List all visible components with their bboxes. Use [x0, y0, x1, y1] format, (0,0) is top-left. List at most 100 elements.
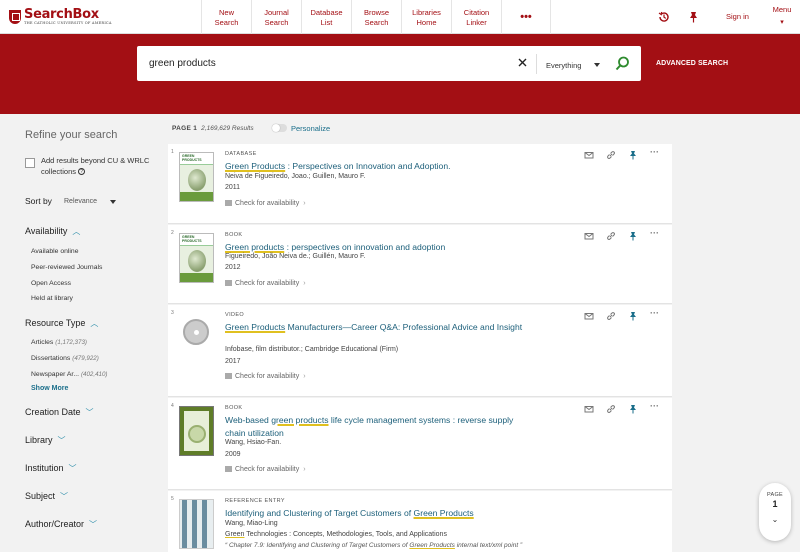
book-cover-thumbnail[interactable]: GREEN PRODUCTS — [179, 152, 214, 202]
pin-icon[interactable] — [628, 404, 638, 414]
page-label: PAGE — [766, 492, 784, 498]
facet-author-creator[interactable]: Author/Creator ﹀ — [25, 519, 97, 530]
facet-resource-type[interactable]: Resource Type ︿ — [25, 318, 98, 329]
nav-journal-search[interactable]: Journal Search — [251, 0, 301, 34]
chevron-down-icon: ﹀ — [89, 520, 98, 529]
email-icon[interactable] — [584, 404, 594, 414]
menu-button[interactable]: Menu ▾ — [771, 5, 793, 26]
result-card[interactable]: 3 VIDEO Green Products Manufacturers—Car… — [168, 305, 672, 397]
result-card[interactable]: 5 REFERENCE ENTRY Identifying and Cluste… — [168, 491, 672, 552]
more-options-icon[interactable]: ··· — [650, 308, 659, 318]
chevron-down-icon[interactable]: ⌄ — [759, 515, 791, 524]
facet-item-articles[interactable]: Articles (1,172,373) — [31, 339, 87, 346]
page-info: PAGE 1 2,169,629 Results — [172, 125, 254, 132]
facet-item-newspaper[interactable]: Newspaper Ar... (402,410) — [31, 371, 107, 378]
pin-icon[interactable] — [628, 311, 638, 321]
link-icon[interactable] — [606, 231, 616, 241]
facet-item-peer-reviewed[interactable]: Peer-reviewed Journals — [31, 264, 102, 271]
result-title[interactable]: Green Products Manufacturers—Career Q&A:… — [225, 321, 535, 334]
facet-item-available-online[interactable]: Available online — [31, 248, 79, 255]
link-icon[interactable] — [606, 404, 616, 414]
result-year: 2009 — [225, 451, 241, 458]
film-reel-icon[interactable] — [179, 313, 214, 363]
signin-link[interactable]: Sign in — [726, 12, 749, 21]
history-icon[interactable] — [658, 11, 670, 23]
check-availability-link[interactable]: Check for availability › — [225, 200, 306, 207]
nav-links: New Search Journal Search Database List … — [201, 0, 551, 34]
nav-browse-search[interactable]: Browse Search — [351, 0, 401, 34]
facet-creation-date[interactable]: Creation Date ﹀ — [25, 407, 94, 418]
facet-subject[interactable]: Subject ﹀ — [25, 491, 68, 502]
pin-icon[interactable] — [628, 231, 638, 241]
close-icon[interactable] — [517, 57, 528, 68]
result-year: 2017 — [225, 358, 241, 365]
caret-down-icon[interactable] — [594, 63, 600, 67]
pin-icon[interactable] — [628, 150, 638, 160]
result-type: VIDEO — [225, 312, 245, 318]
facet-item-dissertations[interactable]: Dissertations (479,922) — [31, 355, 99, 362]
email-icon[interactable] — [584, 311, 594, 321]
nav-citation-linker[interactable]: Citation Linker — [451, 0, 501, 34]
nav-new-search[interactable]: New Search — [201, 0, 251, 34]
info-icon[interactable]: ? — [78, 168, 86, 175]
expand-results-option[interactable]: Add results beyond CU & WRLC collections… — [25, 155, 161, 177]
chevron-down-icon: ▾ — [780, 19, 784, 26]
result-actions: ··· — [584, 228, 668, 241]
more-options-icon[interactable]: ··· — [650, 401, 659, 411]
expand-checkbox[interactable] — [25, 158, 35, 168]
result-rank: 3 — [171, 310, 174, 316]
nav-database-list[interactable]: Database List — [301, 0, 351, 34]
email-icon[interactable] — [584, 231, 594, 241]
more-options-icon[interactable]: ··· — [650, 228, 659, 238]
result-title[interactable]: Identifying and Clustering of Target Cus… — [225, 507, 555, 520]
result-title[interactable]: Web-based green products life cycle mana… — [225, 414, 535, 440]
result-card[interactable]: 2 GREEN PRODUCTS BOOK Green products : p… — [168, 225, 672, 304]
check-availability-link[interactable]: Check for availability › — [225, 466, 306, 473]
result-title[interactable]: Green Products : Perspectives on Innovat… — [225, 160, 535, 173]
chevron-up-icon: ︿ — [72, 227, 81, 236]
result-card[interactable]: 1 GREEN PRODUCTS DATABASE Green Products… — [168, 144, 672, 224]
check-availability-link[interactable]: Check for availability › — [225, 373, 306, 380]
nav-more-button[interactable]: ••• — [501, 0, 551, 34]
chevron-up-icon: ︿ — [90, 319, 99, 328]
personalize-toggle[interactable] — [272, 124, 287, 132]
nav-libraries-home[interactable]: Libraries Home — [401, 0, 451, 34]
sort-select[interactable]: Relevance — [64, 198, 97, 205]
search-input[interactable]: green products — [149, 58, 216, 69]
facet-item-open-access[interactable]: Open Access — [31, 280, 71, 287]
result-authors: Wang, Miao-Ling — [225, 520, 278, 527]
search-icon[interactable] — [615, 56, 630, 71]
chevron-down-icon: ﹀ — [85, 408, 94, 417]
facet-item-held-at-library[interactable]: Held at library — [31, 295, 73, 302]
menu-label: Menu — [772, 5, 792, 14]
facet-institution[interactable]: Institution ﹀ — [25, 463, 77, 474]
link-icon[interactable] — [606, 150, 616, 160]
brand-name: SearchBox — [24, 7, 99, 22]
personalize-label[interactable]: Personalize — [291, 124, 330, 133]
result-card[interactable]: 4 BOOK Web-based green products life cyc… — [168, 398, 672, 490]
advanced-search-link[interactable]: ADVANCED SEARCH — [656, 60, 728, 67]
facet-library[interactable]: Library ﹀ — [25, 435, 66, 446]
logo[interactable]: SearchBox THE CATHOLIC UNIVERSITY OF AME… — [9, 8, 112, 26]
result-authors: Wang, Hsiao-Fan. — [225, 439, 282, 446]
email-icon[interactable] — [584, 150, 594, 160]
book-cover-thumbnail[interactable] — [179, 499, 214, 549]
result-year: 2011 — [225, 184, 241, 191]
book-cover-thumbnail[interactable] — [179, 406, 214, 456]
page-indicator[interactable]: PAGE 1 ⌄ — [759, 483, 791, 541]
link-icon[interactable] — [606, 311, 616, 321]
result-rank: 2 — [171, 230, 174, 236]
caret-down-icon[interactable] — [110, 200, 116, 204]
book-cover-thumbnail[interactable]: GREEN PRODUCTS — [179, 233, 214, 283]
result-actions: ··· — [584, 308, 668, 321]
pin-icon[interactable] — [688, 11, 699, 23]
result-type: BOOK — [225, 232, 243, 238]
show-more-link[interactable]: Show More — [31, 385, 68, 392]
scope-select[interactable]: Everything — [546, 61, 581, 70]
facet-availability[interactable]: Availability ︿ — [25, 226, 80, 237]
more-options-icon[interactable]: ··· — [650, 147, 659, 157]
search-bar: green products Everything — [137, 46, 641, 81]
availability-icon — [225, 280, 232, 286]
brand-sub: THE CATHOLIC UNIVERSITY OF AMERICA — [24, 21, 112, 25]
check-availability-link[interactable]: Check for availability › — [225, 280, 306, 287]
